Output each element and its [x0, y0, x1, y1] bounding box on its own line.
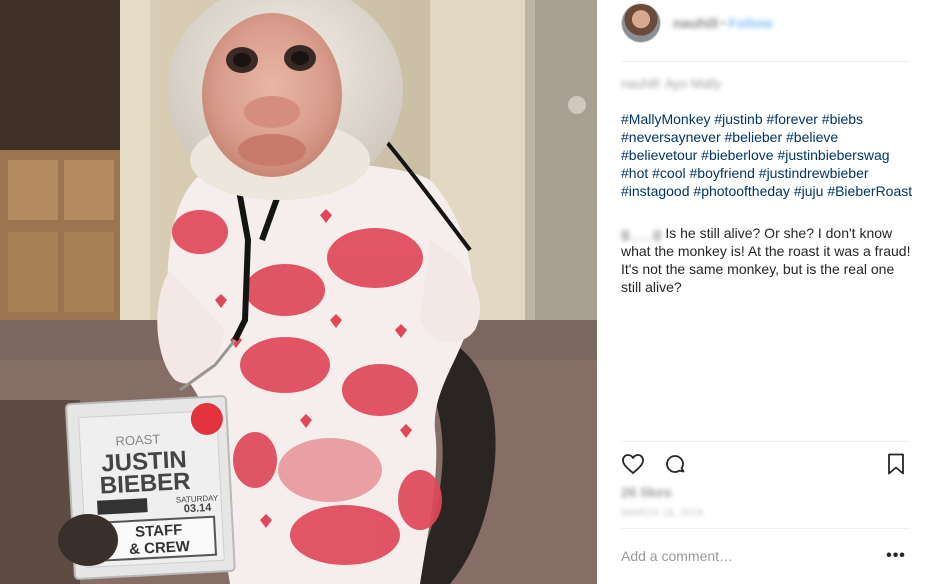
- comment-item: g___g Is he still alive? Or she? I don't…: [621, 224, 913, 296]
- post-caption: #MallyMonkey #justinb #forever #biebs #n…: [621, 110, 916, 200]
- hashtag-link[interactable]: #biebs: [822, 111, 863, 127]
- hashtag-link[interactable]: #bieberlove: [701, 147, 773, 163]
- like-button[interactable]: [619, 450, 647, 478]
- post-header: nauhill • Follow: [621, 2, 773, 44]
- action-bar: [619, 450, 910, 478]
- hashtag-link[interactable]: #neversaynever: [621, 129, 721, 145]
- hashtag-link[interactable]: #instagood: [621, 183, 690, 199]
- hashtag-link[interactable]: #boyfriend: [690, 165, 755, 181]
- avatar[interactable]: [621, 3, 661, 43]
- save-button[interactable]: [882, 450, 910, 478]
- hashtag-link[interactable]: #believe: [786, 129, 838, 145]
- hashtag-link[interactable]: #justinbieberswag: [777, 147, 889, 163]
- post-username[interactable]: nauhill: [673, 15, 718, 31]
- post-sidebar: nauhill • Follow nauhill: Ayo Mally #Mal…: [597, 0, 932, 584]
- hashtag-link[interactable]: #forever: [767, 111, 818, 127]
- like-count[interactable]: 26 likes: [621, 484, 672, 500]
- post-photo[interactable]: ROAST JUSTIN BIEBER SATURDAY 03.14 STAFF…: [0, 0, 597, 584]
- comment-divider: [621, 528, 910, 529]
- post-date: MARCH 18, 2016: [621, 508, 704, 519]
- heart-icon: [622, 454, 644, 475]
- badge-crew-text: & CREW: [129, 538, 191, 558]
- hashtag-link[interactable]: #juju: [794, 183, 824, 199]
- hashtag-link[interactable]: #justindrewbieber: [759, 165, 869, 181]
- hashtag-link[interactable]: #justinb: [714, 111, 762, 127]
- hashtag-link[interactable]: #MallyMonkey: [621, 111, 710, 127]
- badge-date-text: 03.14: [183, 502, 212, 515]
- comment-input[interactable]: [621, 540, 861, 572]
- hashtag-link[interactable]: #hot: [621, 165, 648, 181]
- hashtag-link[interactable]: #photooftheday: [693, 183, 790, 199]
- comment-text: Is he still alive? Or she? I don't know …: [621, 225, 911, 295]
- comment-button[interactable]: [661, 450, 689, 478]
- bookmark-icon: [888, 453, 904, 475]
- hashtag-link[interactable]: #believetour: [621, 147, 697, 163]
- badge-roast-text: ROAST: [115, 431, 161, 448]
- comment-username[interactable]: g___g: [621, 224, 661, 242]
- comment-icon: [666, 455, 685, 473]
- header-divider: [621, 61, 910, 62]
- post-location[interactable]: nauhill: Ayo Mally: [621, 76, 721, 91]
- more-options-icon[interactable]: •••: [886, 546, 906, 566]
- actions-divider: [621, 441, 910, 442]
- hashtag-link[interactable]: #BieberRoast: [827, 183, 912, 199]
- header-separator: •: [721, 16, 726, 30]
- post-photo-image: ROAST JUSTIN BIEBER SATURDAY 03.14 STAFF…: [0, 0, 597, 584]
- follow-button[interactable]: Follow: [728, 15, 772, 31]
- hashtag-link[interactable]: #belieber: [725, 129, 783, 145]
- hashtag-link[interactable]: #cool: [652, 165, 685, 181]
